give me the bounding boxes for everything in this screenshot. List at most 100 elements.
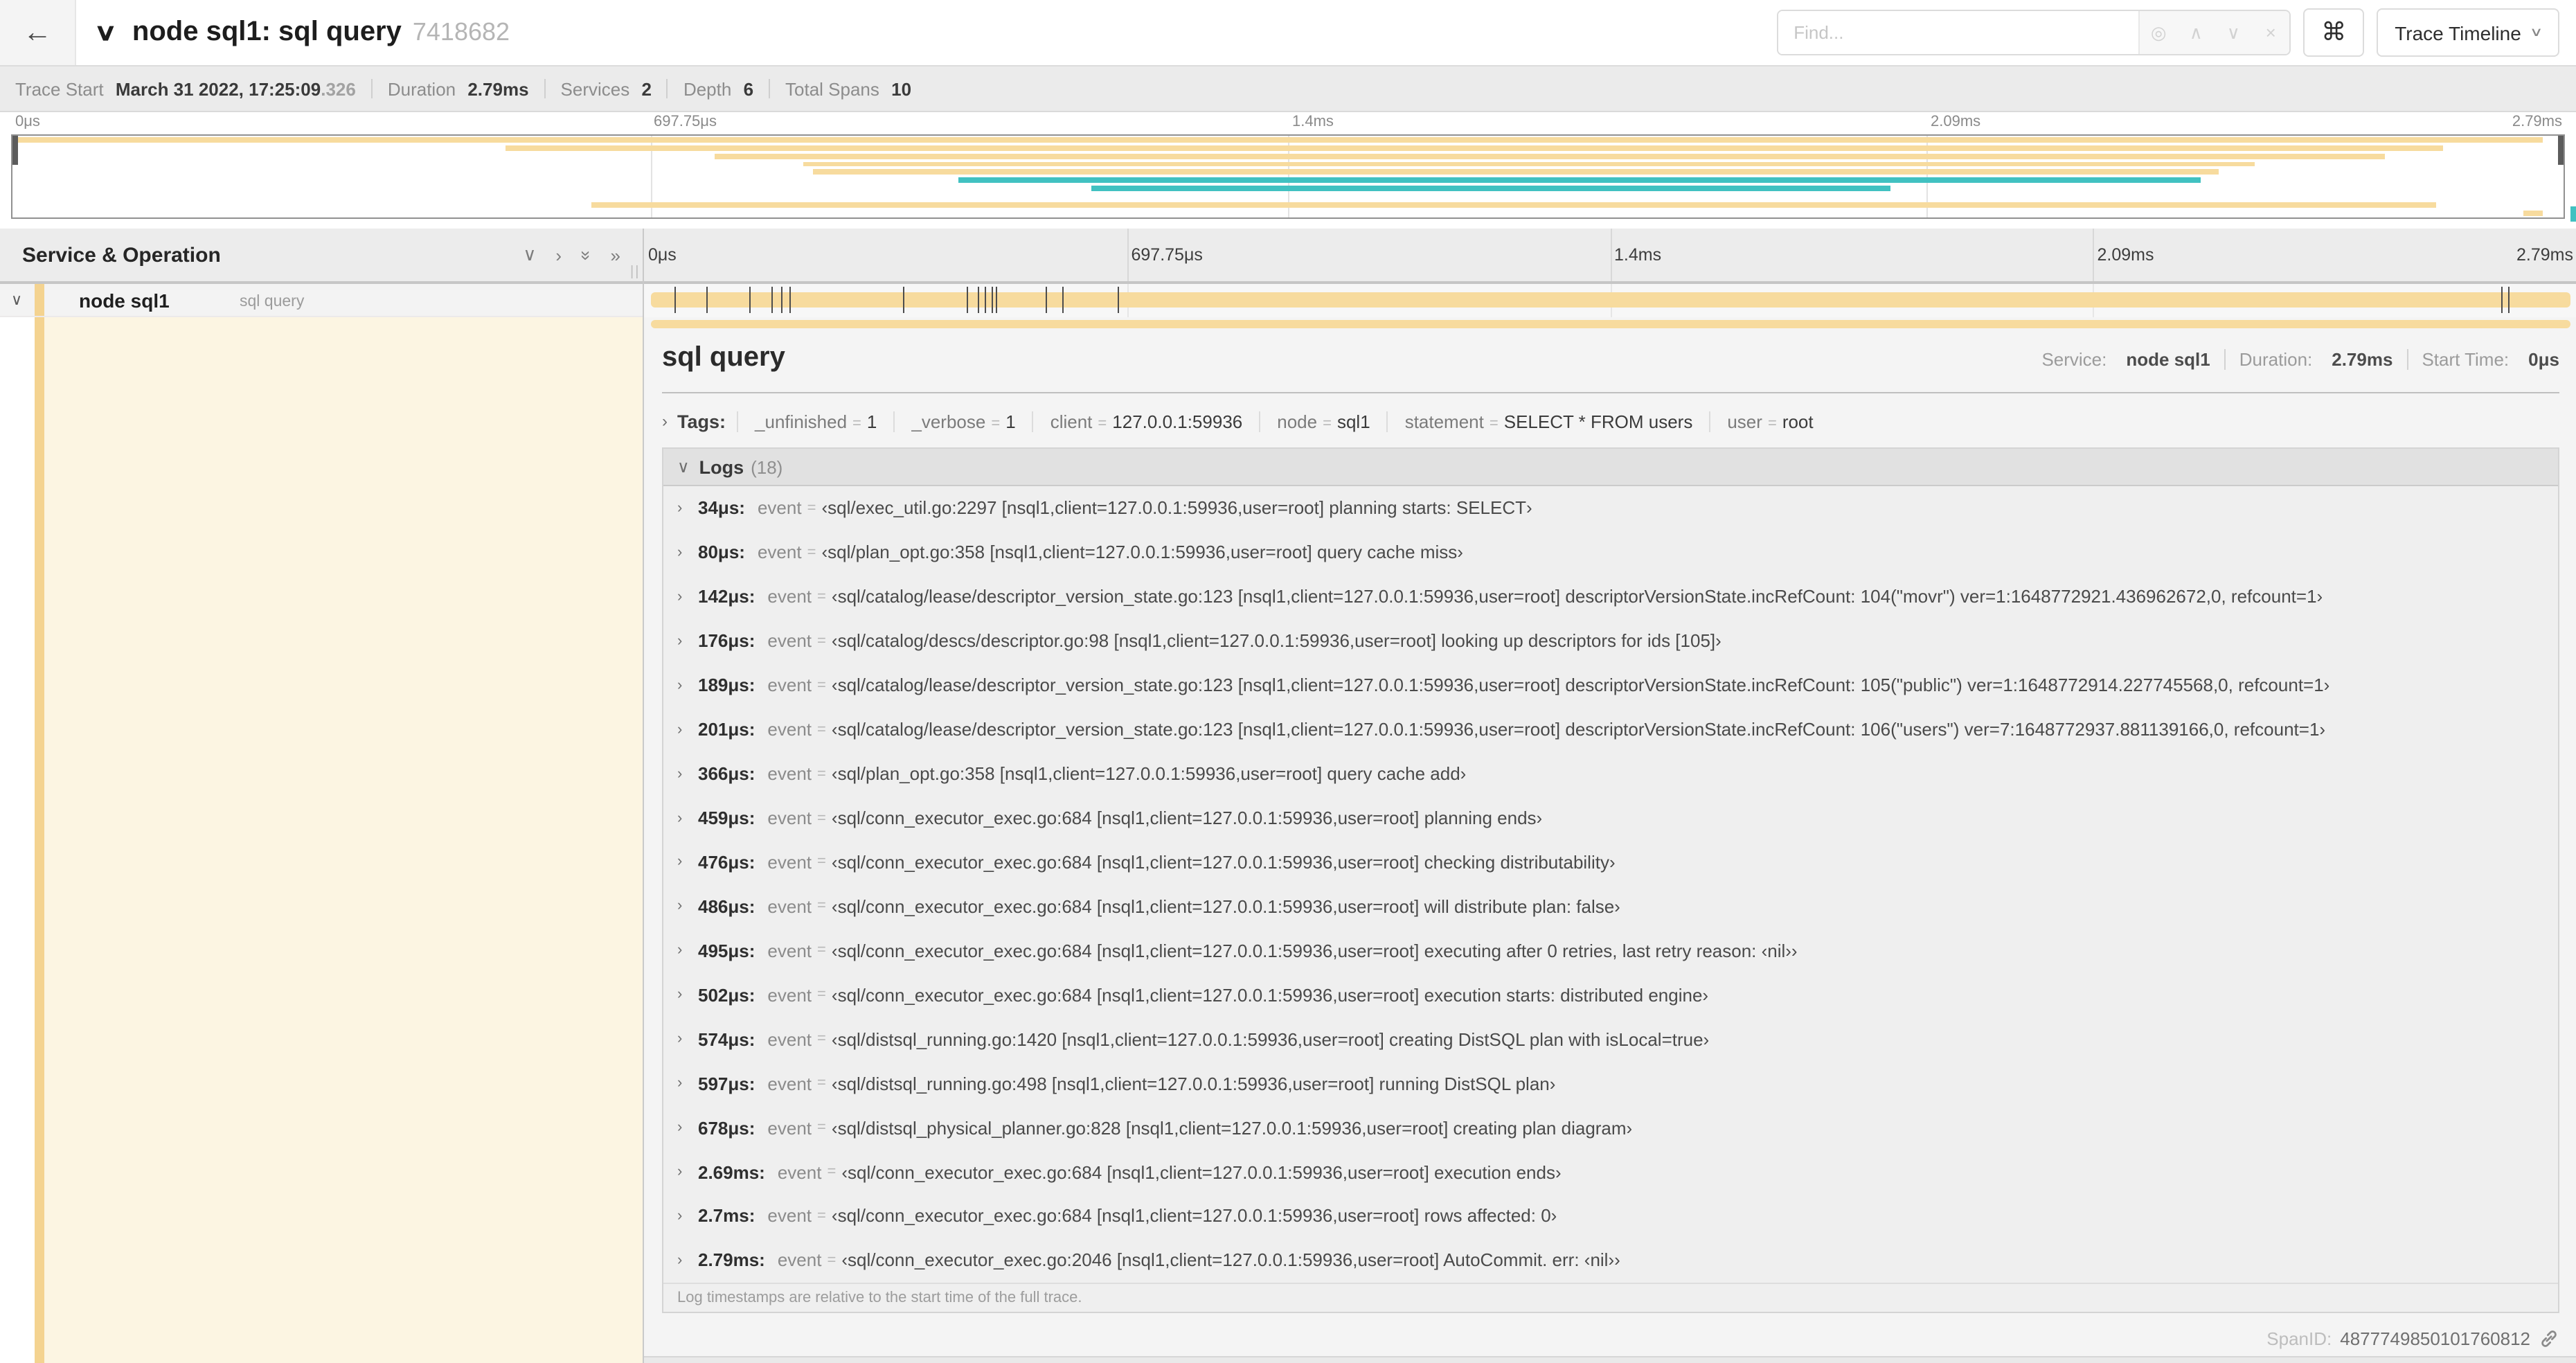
log-row[interactable]: › 366μs: event = ‹sql/plan_opt.go:358 [nsql1… (663, 751, 2558, 796)
chevron-right-icon: › (677, 1119, 683, 1137)
log-timestamp: 486μs: (698, 896, 755, 917)
log-row[interactable]: › 597μs: event = ‹sql/distsql_running.go:498… (663, 1061, 2558, 1105)
span-collapse-chevron-icon[interactable]: ∨ (11, 291, 22, 309)
tick-label: 1.4ms (1292, 114, 1334, 130)
log-field-key: event (767, 940, 812, 961)
page-bottom-strip (644, 1357, 2576, 1363)
next-result-icon[interactable]: ∨ (2215, 21, 2252, 44)
gridline (1127, 229, 1129, 281)
summary-value: 2.79ms (463, 78, 529, 99)
log-row[interactable]: › 574μs: event = ‹sql/distsql_running.go:142… (663, 1017, 2558, 1062)
log-timestamp: 2.79ms: (698, 1249, 765, 1271)
detail-divider (662, 392, 2559, 393)
log-timestamp: 678μs: (698, 1117, 755, 1139)
log-row[interactable]: › 486μs: event = ‹sql/conn_executor_exec.go:… (663, 884, 2558, 929)
collapse-one-icon[interactable]: ∨ (523, 244, 536, 266)
log-equals: = (817, 1119, 826, 1137)
minimap-span (958, 177, 2201, 184)
log-timestamp: 189μs: (698, 675, 755, 696)
span-detail-panel: sql query Service: node sql1 Duration: 2.79… (644, 317, 2576, 1363)
span-operation-name: sql query (240, 294, 305, 310)
log-timestamp: 176μs: (698, 630, 755, 652)
logs-footer-note: Log timestamps are relative to the start… (663, 1283, 2558, 1312)
log-equals: = (817, 898, 826, 915)
log-row[interactable]: › 189μs: event = ‹sql/catalog/lease/descript… (663, 663, 2558, 708)
log-field-key: event (767, 984, 812, 1006)
tags-row[interactable]: › Tags: _unfinished = 1 _verbose = 1 client = 12… (662, 403, 2559, 439)
chevron-right-icon: › (677, 1075, 683, 1092)
expand-all-icon[interactable]: » (611, 244, 620, 265)
log-row[interactable]: › 678μs: event = ‹sql/distsql_physical_plann… (663, 1105, 2558, 1150)
log-row[interactable]: › 201μs: event = ‹sql/catalog/lease/descript… (663, 707, 2558, 751)
chevron-right-icon: › (662, 411, 668, 431)
log-row[interactable]: › 176μs: event = ‹sql/catalog/descs/descript… (663, 619, 2558, 663)
minimap-left-drag-handle[interactable] (12, 136, 18, 165)
log-row[interactable]: › 2.69ms: event = ‹sql/conn_executor_exec.go… (663, 1150, 2558, 1194)
log-equals: = (807, 544, 816, 561)
detail-meta: Service: node sql1 Duration: 2.79ms Start Ti… (2041, 349, 2559, 370)
service-color-strip (35, 317, 44, 1363)
tag-item: _unfinished = 1 (737, 411, 893, 431)
span-duration-bar[interactable] (651, 287, 2570, 313)
log-tick-mark (706, 287, 708, 313)
log-field-value: ‹sql/catalog/lease/descriptor_version_st… (831, 719, 2326, 740)
log-row[interactable]: › 476μs: event = ‹sql/conn_executor_exec.go:… (663, 840, 2558, 884)
match-case-icon[interactable]: ◎ (2140, 21, 2177, 44)
service-operation-header: Service & Operation ∨ › » » (0, 229, 643, 281)
log-equals: = (817, 942, 826, 959)
logs-list: › 34μs: event = ‹sql/exec_util.go:2297 [nsql… (663, 486, 2558, 1283)
clear-search-icon[interactable]: × (2252, 22, 2289, 43)
chevron-right-icon: › (677, 898, 683, 915)
span-bar-accent (651, 320, 2570, 328)
minimap-canvas[interactable] (11, 134, 2565, 219)
log-timestamp: 80μs: (698, 542, 745, 563)
previous-result-icon[interactable]: ∧ (2177, 21, 2215, 44)
log-field-value: ‹sql/catalog/lease/descriptor_version_st… (831, 586, 2323, 607)
expand-one-icon[interactable]: › (555, 244, 562, 265)
chevron-right-icon: › (677, 1031, 683, 1048)
log-row[interactable]: › 502μs: event = ‹sql/conn_executor_exec.go:… (663, 973, 2558, 1017)
span-detail-area: sql query Service: node sql1 Duration: 2.79… (0, 317, 2576, 1363)
summary-label: Services (560, 78, 630, 99)
log-timestamp: 142μs: (698, 586, 755, 607)
log-equals: = (817, 588, 826, 605)
timeline-section-header: Service & Operation ∨ › » » || 0μs 697.75… (0, 229, 2576, 284)
log-timestamp: 597μs: (698, 1073, 755, 1094)
find-input[interactable] (1778, 11, 2139, 54)
tag-equals: = (1098, 415, 1107, 431)
logs-header[interactable]: ∨ Logs (18) (663, 449, 2558, 486)
page-header: ← ∨ node sql1: sql query 7418682 ◎∧∨× ⌘ … (0, 0, 2576, 66)
link-icon[interactable] (2539, 1328, 2559, 1349)
log-row[interactable]: › 142μs: event = ‹sql/catalog/lease/descript… (663, 575, 2558, 619)
log-row[interactable]: › 459μs: event = ‹sql/conn_executor_exec.go:… (663, 796, 2558, 840)
log-row[interactable]: › 80μs: event = ‹sql/plan_opt.go:358 [nsql1,… (663, 531, 2558, 575)
tag-key: statement (1404, 411, 1484, 431)
log-row[interactable]: › 34μs: event = ‹sql/exec_util.go:2297 [nsql… (663, 486, 2558, 531)
tag-equals: = (1489, 415, 1499, 431)
log-tick-mark (902, 287, 904, 313)
log-row[interactable]: › 2.79ms: event = ‹sql/conn_executor_exec.go… (663, 1238, 2558, 1283)
log-row[interactable]: › 2.7ms: event = ‹sql/conn_executor_exec.go:… (663, 1194, 2558, 1238)
command-icon: ⌘ (2321, 18, 2347, 46)
log-timestamp: 201μs: (698, 719, 755, 740)
trace-view-selector[interactable]: Trace Timeline ∨ (2377, 8, 2559, 57)
column-resize-grip[interactable]: || (630, 265, 640, 280)
trace-collapse-chevron-icon[interactable]: ∨ (94, 19, 118, 46)
log-tick-mark (789, 287, 791, 313)
collapse-all-icon[interactable]: » (575, 250, 596, 260)
summary-value: 6 (738, 78, 754, 99)
log-row[interactable]: › 495μs: event = ‹sql/conn_executor_exec.go:… (663, 929, 2558, 973)
log-field-value: ‹sql/exec_util.go:2297 [nsql1,client=127… (821, 497, 1532, 519)
span-tree-row[interactable]: ∨ node sql1 sql query (0, 284, 643, 317)
tag-item: user = root (1709, 411, 1830, 431)
tag-equals: = (852, 415, 861, 431)
back-button[interactable]: ← (0, 0, 76, 65)
minimap-right-drag-handle[interactable] (2558, 136, 2564, 165)
minimap-span (714, 153, 2386, 159)
log-field-key: event (767, 719, 812, 740)
keyboard-shortcuts-button[interactable]: ⌘ (2303, 8, 2365, 57)
log-field-value: ‹sql/plan_opt.go:358 [nsql1,client=127.0… (821, 542, 1463, 563)
tag-value: SELECT * FROM users (1503, 411, 1693, 431)
log-field-value: ‹sql/conn_executor_exec.go:684 [nsql1,cl… (831, 896, 1620, 917)
gridline (1610, 229, 1611, 281)
